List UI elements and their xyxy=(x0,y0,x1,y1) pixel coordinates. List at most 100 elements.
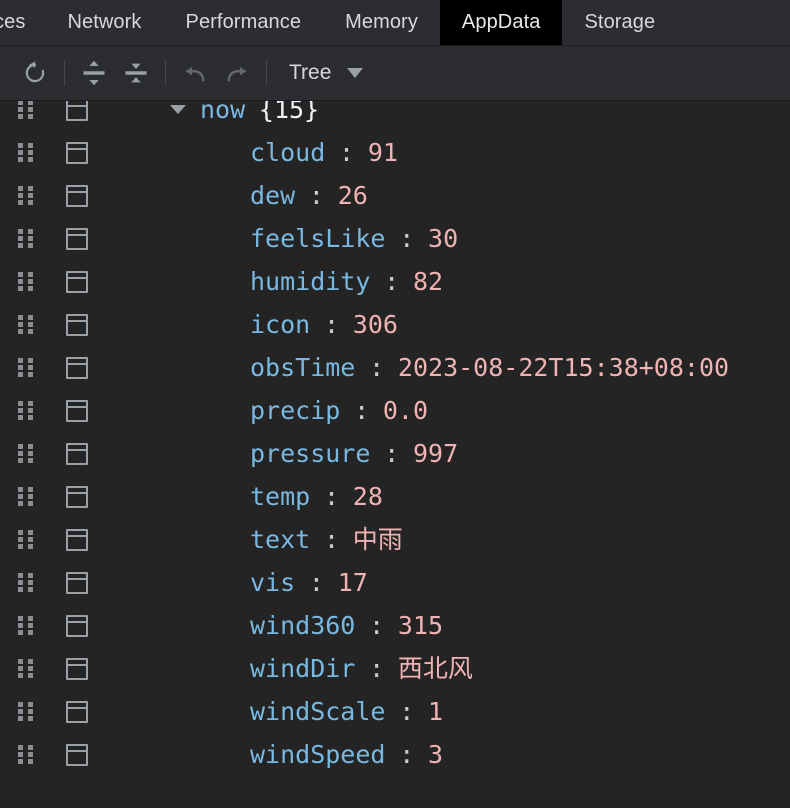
tree-row-value[interactable]: 西北风 xyxy=(398,654,473,683)
undo-button[interactable] xyxy=(174,53,216,93)
tree-row[interactable]: vis:17 xyxy=(0,561,790,604)
tree-row-key[interactable]: windSpeed xyxy=(250,740,385,769)
tree-row-value[interactable]: 中雨 xyxy=(353,525,403,554)
tree-row[interactable]: windDir: 西北风 xyxy=(0,647,790,690)
tree-row-key[interactable]: windScale xyxy=(250,697,385,726)
tab-storage[interactable]: Storage xyxy=(562,0,677,45)
tree-row-key[interactable]: dew xyxy=(250,181,295,210)
tree-row-value[interactable]: 28 xyxy=(353,482,383,511)
tab-ces[interactable]: ces xyxy=(0,0,45,45)
tree-row[interactable]: windSpeed:3 xyxy=(0,733,790,776)
json-tree-pane[interactable]: now {15} cloud:91 dew:26 feelsLike:30 humidit… xyxy=(0,101,790,808)
expand-all-button[interactable] xyxy=(73,53,115,93)
row-menu-icon[interactable] xyxy=(66,657,88,680)
tree-row-key[interactable]: vis xyxy=(250,568,295,597)
drag-handle-icon[interactable] xyxy=(18,358,34,377)
tree-row-value[interactable]: 3 xyxy=(428,740,443,769)
tree-row-value[interactable]: 82 xyxy=(413,267,443,296)
row-menu-icon[interactable] xyxy=(66,442,88,465)
tree-row-separator: : xyxy=(399,740,415,769)
drag-handle-icon[interactable] xyxy=(18,444,34,463)
drag-handle-icon[interactable] xyxy=(18,229,34,248)
tree-row-key[interactable]: feelsLike xyxy=(250,224,385,253)
row-menu-icon[interactable] xyxy=(66,528,88,551)
tree-row-key[interactable]: icon xyxy=(250,310,310,339)
tree-row-value[interactable]: 997 xyxy=(413,439,458,468)
refresh-button[interactable] xyxy=(14,53,56,93)
drag-handle-icon[interactable] xyxy=(18,186,34,205)
tree-row-content: obsTime:2023-08-22T15:38+08:00 xyxy=(250,346,729,389)
tree-row[interactable]: humidity:82 xyxy=(0,260,790,303)
row-menu-icon[interactable] xyxy=(66,743,88,766)
drag-handle-icon[interactable] xyxy=(18,487,34,506)
drag-handle-icon[interactable] xyxy=(18,573,34,592)
tree-row[interactable]: text: 中雨 xyxy=(0,518,790,561)
tab-memory[interactable]: Memory xyxy=(323,0,440,45)
tree-row-value[interactable]: 26 xyxy=(338,181,368,210)
tree-row-key[interactable]: humidity xyxy=(250,267,370,296)
row-menu-icon[interactable] xyxy=(66,141,88,164)
tree-row-value[interactable]: 30 xyxy=(428,224,458,253)
collapse-all-button[interactable] xyxy=(115,53,157,93)
tree-row-value[interactable]: 17 xyxy=(338,568,368,597)
tree-row-content: cloud:91 xyxy=(250,131,398,174)
tree-row-value[interactable]: 1 xyxy=(428,697,443,726)
tree-row-key[interactable]: pressure xyxy=(250,439,370,468)
row-menu-icon[interactable] xyxy=(66,399,88,422)
tree-row-count[interactable]: {15} xyxy=(259,101,319,124)
caret-down-icon[interactable] xyxy=(170,105,186,114)
tree-row[interactable]: icon:306 xyxy=(0,303,790,346)
tree-row[interactable]: wind360:315 xyxy=(0,604,790,647)
drag-handle-icon[interactable] xyxy=(18,530,34,549)
tree-row-value[interactable]: 91 xyxy=(368,138,398,167)
tree-toolbar: Tree xyxy=(0,46,790,101)
tree-row-key[interactable]: now xyxy=(200,101,245,124)
tree-row-value[interactable]: 2023-08-22T15:38+08:00 xyxy=(398,353,729,382)
row-menu-icon[interactable] xyxy=(66,485,88,508)
tree-row-key[interactable]: text xyxy=(250,525,310,554)
tree-row[interactable]: obsTime:2023-08-22T15:38+08:00 xyxy=(0,346,790,389)
drag-handle-icon[interactable] xyxy=(18,401,34,420)
drag-handle-icon[interactable] xyxy=(18,616,34,635)
tree-row[interactable]: dew:26 xyxy=(0,174,790,217)
row-menu-icon[interactable] xyxy=(66,101,88,121)
tree-row[interactable]: temp:28 xyxy=(0,475,790,518)
toolbar-divider-1 xyxy=(64,60,65,86)
tree-row-key[interactable]: obsTime xyxy=(250,353,355,382)
drag-handle-icon[interactable] xyxy=(18,702,34,721)
row-menu-icon[interactable] xyxy=(66,700,88,723)
row-menu-icon[interactable] xyxy=(66,184,88,207)
tree-row-separator: : xyxy=(339,138,355,167)
tree-row[interactable]: pressure:997 xyxy=(0,432,790,475)
tree-row-key[interactable]: wind360 xyxy=(250,611,355,640)
drag-handle-icon[interactable] xyxy=(18,101,34,119)
row-menu-icon[interactable] xyxy=(66,571,88,594)
tab-appdata[interactable]: AppData xyxy=(439,0,563,45)
redo-button[interactable] xyxy=(216,53,258,93)
row-menu-icon[interactable] xyxy=(66,313,88,336)
tab-network[interactable]: Network xyxy=(45,0,163,45)
view-mode-select[interactable]: Tree xyxy=(289,61,364,85)
tree-row-value[interactable]: 306 xyxy=(353,310,398,339)
drag-handle-icon[interactable] xyxy=(18,659,34,678)
tree-row-value[interactable]: 0.0 xyxy=(383,396,428,425)
drag-handle-icon[interactable] xyxy=(18,272,34,291)
tree-row[interactable]: windScale:1 xyxy=(0,690,790,733)
tree-row[interactable]: precip:0.0 xyxy=(0,389,790,432)
tree-row[interactable]: now {15} xyxy=(0,101,790,131)
tree-row[interactable]: cloud:91 xyxy=(0,131,790,174)
drag-handle-icon[interactable] xyxy=(18,315,34,334)
row-menu-icon[interactable] xyxy=(66,227,88,250)
row-menu-icon[interactable] xyxy=(66,270,88,293)
tree-row-key[interactable]: precip xyxy=(250,396,340,425)
tree-row[interactable]: feelsLike:30 xyxy=(0,217,790,260)
drag-handle-icon[interactable] xyxy=(18,745,34,764)
tree-row-key[interactable]: temp xyxy=(250,482,310,511)
tab-performance[interactable]: Performance xyxy=(164,0,324,45)
tree-row-value[interactable]: 315 xyxy=(398,611,443,640)
tree-row-key[interactable]: windDir xyxy=(250,654,355,683)
tree-row-key[interactable]: cloud xyxy=(250,138,325,167)
drag-handle-icon[interactable] xyxy=(18,143,34,162)
row-menu-icon[interactable] xyxy=(66,614,88,637)
row-menu-icon[interactable] xyxy=(66,356,88,379)
